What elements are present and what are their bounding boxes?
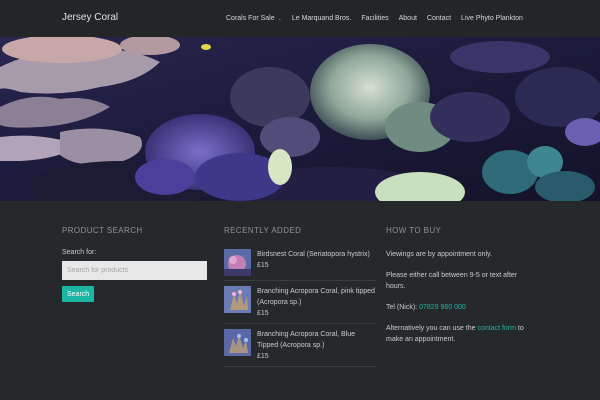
- telephone-label: Tel (Nick):: [386, 304, 420, 311]
- nav-item-label: Corals For Sale: [226, 15, 275, 22]
- nav-item-le-marquand-bros[interactable]: Le Marquand Bros.: [292, 15, 352, 22]
- widget-title: PRODUCT SEARCH: [62, 226, 143, 235]
- contact-form-link[interactable]: contact form: [477, 325, 516, 332]
- search-button[interactable]: Search: [62, 286, 95, 302]
- recently-added-widget: RECENTLY ADDED Birdsnest Coral (Seriatop…: [224, 226, 376, 372]
- nav-item-about[interactable]: About: [399, 15, 417, 22]
- search-label: Search for:: [62, 249, 97, 256]
- product-price: £15: [257, 353, 269, 360]
- product-thumbnail[interactable]: [224, 249, 251, 276]
- telephone-link[interactable]: 07829 960 000: [419, 304, 466, 311]
- product-thumbnail[interactable]: [224, 286, 251, 313]
- product-price: £15: [257, 262, 269, 269]
- top-navigation-bar: Jersey Coral Corals For Sale ⌄ Le Marquan…: [0, 0, 600, 37]
- nav-item-facilities[interactable]: Facilities: [361, 15, 388, 22]
- product-name-link[interactable]: Branching Acropora Coral, pink tipped (A…: [257, 286, 376, 308]
- viewing-info-text: Viewings are by appointment only.: [386, 251, 492, 258]
- list-item[interactable]: Birdsnest Coral (Seriatopora hystrix) £1…: [224, 249, 376, 281]
- nav-item-contact[interactable]: Contact: [427, 15, 451, 22]
- widget-title: HOW TO BUY: [386, 226, 442, 235]
- site-brand-link[interactable]: Jersey Coral: [62, 12, 118, 23]
- product-search-input[interactable]: [62, 261, 207, 280]
- product-price: £15: [257, 310, 269, 317]
- chevron-down-icon: ⌄: [277, 16, 282, 22]
- product-search-widget: PRODUCT SEARCH Search for: Search: [62, 226, 214, 302]
- hero-image-coral-reef: [0, 37, 600, 201]
- coral-reef-illustration: [0, 37, 600, 201]
- widget-title: RECENTLY ADDED: [224, 226, 302, 235]
- nav-item-live-phyto-plankton[interactable]: Live Phyto Plankton: [461, 15, 523, 22]
- product-name-link[interactable]: Birdsnest Coral (Seriatopora hystrix): [257, 249, 370, 260]
- telephone-line: Tel (Nick): 07829 960 000: [386, 302, 538, 313]
- product-thumbnail[interactable]: [224, 329, 251, 356]
- nav-item-corals-for-sale[interactable]: Corals For Sale ⌄: [226, 15, 282, 22]
- product-name-link[interactable]: Branching Acropora Coral, Blue Tipped (A…: [257, 329, 376, 351]
- list-item[interactable]: Branching Acropora Coral, pink tipped (A…: [224, 286, 376, 324]
- contact-text-before: Alternatively you can use the: [386, 325, 478, 332]
- contact-form-text: Alternatively you can use the contact fo…: [386, 323, 538, 345]
- main-menu: Corals For Sale ⌄ Le Marquand Bros. Facil…: [226, 15, 533, 22]
- list-item[interactable]: Branching Acropora Coral, Blue Tipped (A…: [224, 329, 376, 367]
- how-to-buy-widget: HOW TO BUY Viewings are by appointment o…: [386, 226, 538, 355]
- call-info-text: Please either call between 9-5 or text a…: [386, 272, 518, 290]
